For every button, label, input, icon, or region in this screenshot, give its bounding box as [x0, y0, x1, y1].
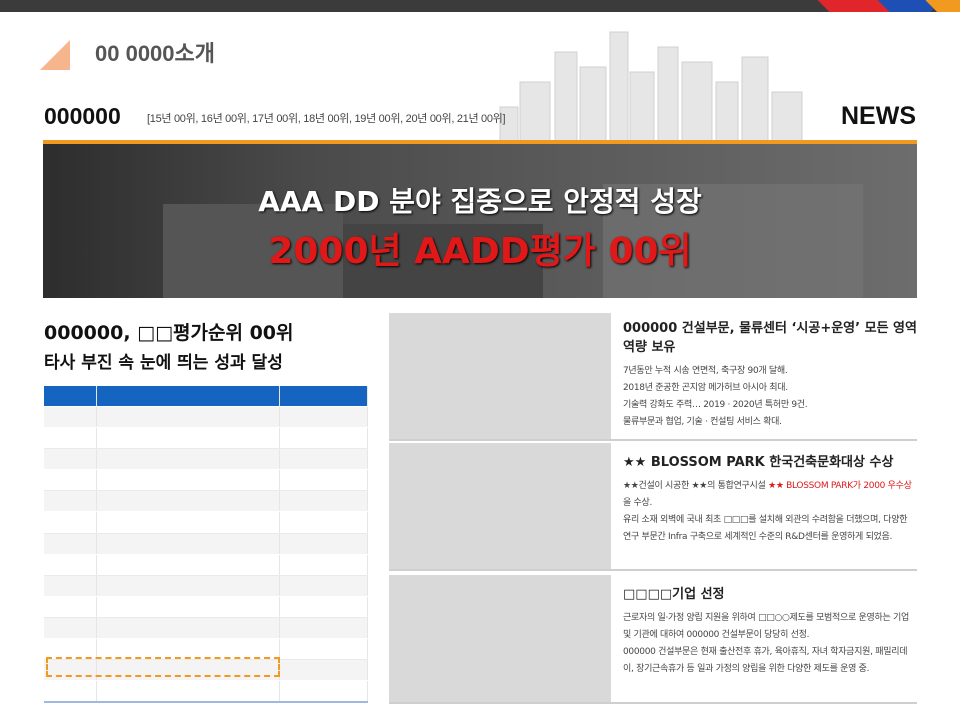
- news-card-highlight: ★★ BLOSSOM PARK가 2000 우수상: [768, 481, 912, 491]
- news-card: 000000 건설부문, 물류센터 ‘시공+운영’ 모든 영역 역량 보유 7년…: [389, 313, 917, 441]
- table-row: [44, 448, 369, 471]
- news-photo: [389, 575, 611, 702]
- ranking-history: [15년 00위, 16년 00위, 17년 00위, 18년 00위, 19년…: [147, 113, 506, 125]
- table-row: [44, 533, 369, 555]
- table-row: [44, 554, 369, 576]
- table-row: [44, 406, 369, 429]
- news-card-title: ★★ BLOSSOM PARK 한국건축문화대상 수상: [623, 455, 894, 470]
- section-subtitle: 타사 부진 속 눈에 띄는 성과 달성: [44, 353, 283, 373]
- table-row: [44, 427, 369, 450]
- title-triangle-icon: [40, 40, 70, 70]
- news-card-line: 근로자의 일·가정 양립 지원을 위하여 □□○○제도를 모범적으로 운영하는 …: [623, 613, 909, 640]
- table-row: [44, 490, 369, 513]
- table-row: [44, 596, 369, 618]
- company-name: 000000: [44, 103, 121, 129]
- news-card-line: 7년동안 누적 시송 연면적, 축구장 90개 달해.: [623, 366, 788, 376]
- headline-banner: AAA DD 분야 집중으로 안정적 성장 2000년 AADD평가 00위: [43, 144, 917, 298]
- page-title: 00 0000소개: [95, 41, 216, 66]
- table-header-row: [44, 386, 369, 407]
- ranking-table: [44, 386, 369, 704]
- banner-headline: AAA DD 분야 집중으로 안정적 성장: [258, 185, 702, 218]
- news-card-title: □□□□기업 선정: [623, 587, 725, 602]
- news-card-text: ★★건설이 시공한 ★★의 통합연구시설: [623, 481, 769, 491]
- news-label: NEWS: [841, 102, 916, 130]
- news-card-text: 을 수상.: [623, 498, 653, 508]
- table-row: [44, 617, 369, 640]
- news-card-line: 유리 소재 외벽에 국내 최초 □□□를 설치해 외관의 수려함을 더했으며, …: [623, 515, 908, 542]
- news-card: ★★ BLOSSOM PARK 한국건축문화대상 수상 ★★건설이 시공한 ★★…: [389, 443, 917, 571]
- news-card-line: ★★건설이 시공한 ★★의 통합연구시설 ★★ BLOSSOM PARK가 20…: [623, 478, 917, 512]
- news-card-title: 000000 건설부문, 물류센터 ‘시공+운영’ 모든 영역 역량 보유: [623, 321, 917, 355]
- section-title: 000000, □□평가순위 00위: [44, 322, 294, 344]
- news-card-line: 2018년 준공한 곤지암 메가허브 아시아 최대.: [623, 383, 788, 393]
- highlighted-row-marker: [46, 657, 280, 677]
- banner-ranking: 2000년 AADD평가 00위: [268, 231, 692, 272]
- news-photo: [389, 313, 611, 439]
- table-row: [44, 680, 369, 704]
- table-row: [44, 575, 369, 597]
- news-card: □□□□기업 선정 근로자의 일·가정 양립 지원을 위하여 □□○○제도를 모…: [389, 575, 917, 704]
- table-row: [44, 511, 369, 534]
- news-photo: [389, 443, 611, 569]
- table-row: [44, 469, 369, 492]
- news-card-line: 000000 건설부문은 현재 출산전후 휴가, 육아휴직, 자녀 학자금지원,…: [623, 647, 908, 674]
- news-card-line: 기술력 강화도 주력… 2019 · 2020년 특허만 9건.: [623, 400, 808, 410]
- news-card-line: 물류부문과 협업, 기술 · 컨설팅 서비스 확대.: [623, 417, 782, 427]
